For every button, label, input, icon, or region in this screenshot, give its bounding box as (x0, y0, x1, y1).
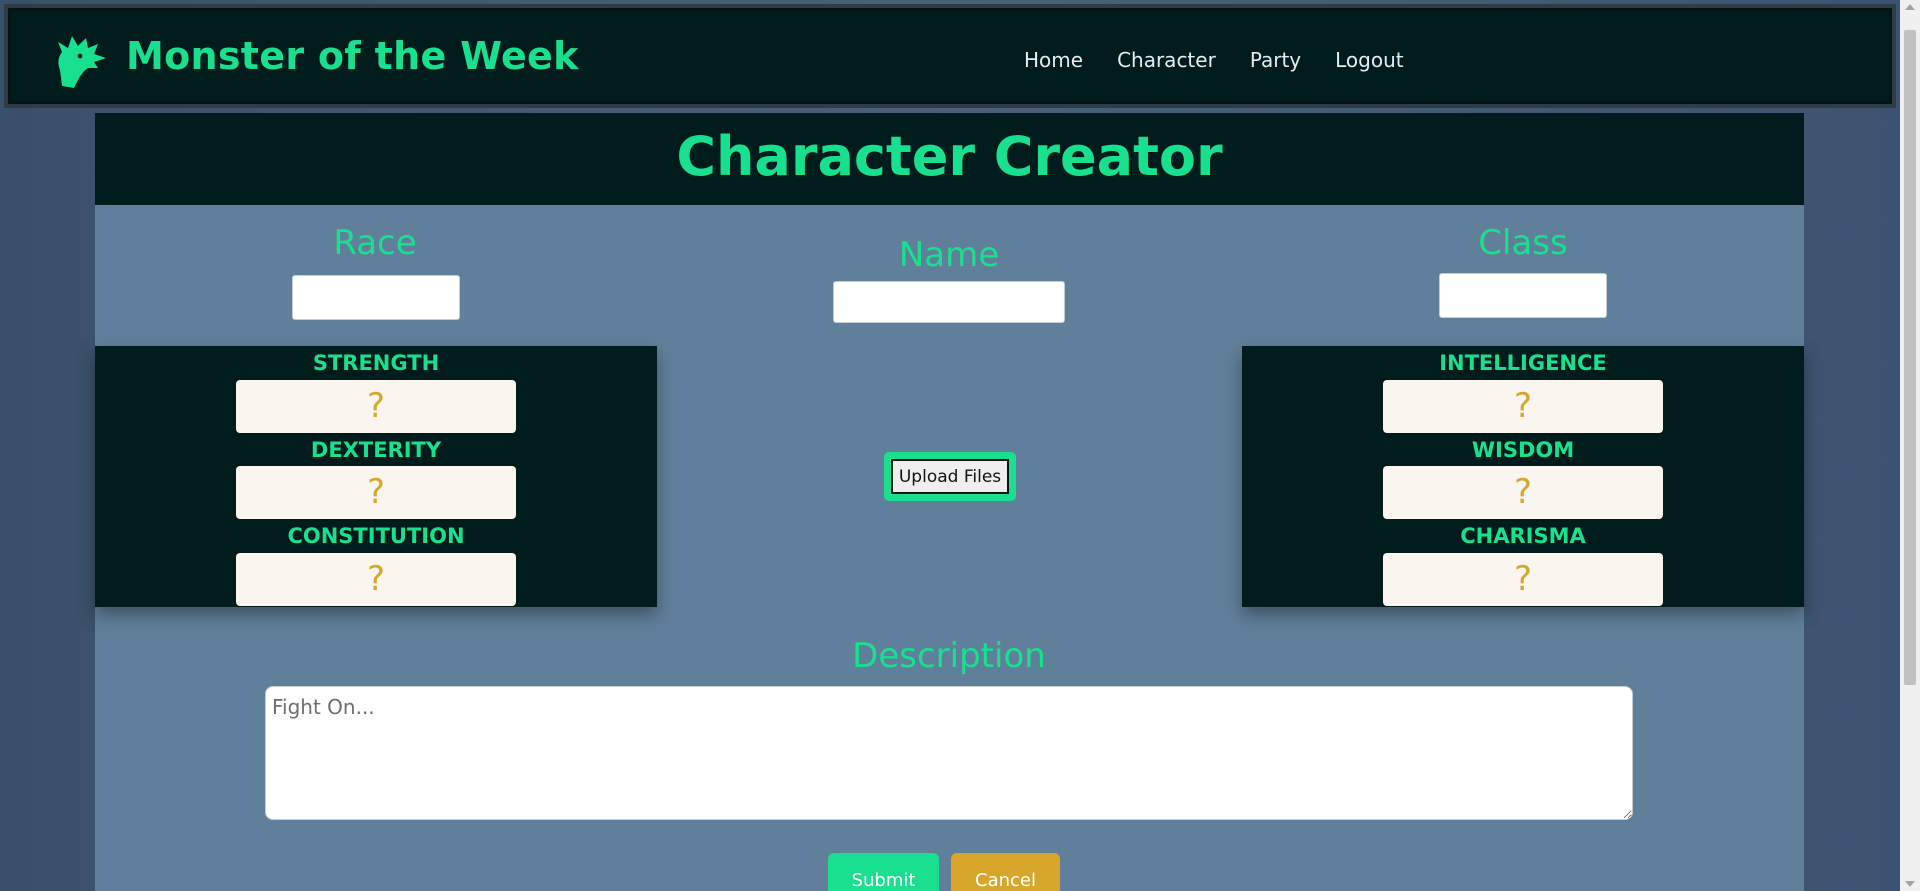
class-input[interactable] (1439, 273, 1607, 318)
race-input[interactable] (292, 275, 460, 320)
upload-files-button[interactable]: Upload Files (891, 459, 1009, 494)
dexterity-value[interactable]: ? (236, 466, 516, 519)
intelligence-value[interactable]: ? (1383, 380, 1663, 433)
scroll-up-arrow-icon[interactable] (1905, 4, 1915, 10)
submit-button[interactable]: Submit (828, 853, 939, 891)
class-label: Class (1478, 223, 1568, 263)
character-creator-panel: Character Creator Race Name Class STRENG… (95, 113, 1804, 891)
page-title: Character Creator (676, 125, 1223, 188)
intelligence-label: INTELLIGENCE (1439, 351, 1607, 375)
panel-header: Character Creator (95, 113, 1804, 205)
nav-links: Home Character Party Logout (1024, 48, 1404, 72)
dexterity-label: DEXTERITY (310, 438, 442, 462)
cancel-button[interactable]: Cancel (951, 853, 1060, 891)
nav-link-logout[interactable]: Logout (1335, 48, 1403, 72)
physical-stats-box: STRENGTH ? DEXTERITY ? CONSTITUTION ? (95, 346, 657, 607)
nav-link-character[interactable]: Character (1117, 48, 1216, 72)
brand-title[interactable]: Monster of the Week (126, 34, 579, 78)
mental-stats-box: INTELLIGENCE ? WISDOM ? CHARISMA ? (1242, 346, 1804, 607)
wisdom-value[interactable]: ? (1383, 466, 1663, 519)
charisma-value[interactable]: ? (1383, 553, 1663, 606)
dragon-head-icon[interactable] (48, 30, 110, 92)
name-label: Name (898, 235, 1000, 275)
strength-value[interactable]: ? (236, 380, 516, 433)
scroll-down-arrow-icon[interactable] (1905, 881, 1915, 887)
top-navbar: Monster of the Week Home Character Party… (4, 4, 1896, 108)
nav-link-home[interactable]: Home (1024, 48, 1083, 72)
upload-files-frame: Upload Files (884, 452, 1016, 501)
description-label: Description (852, 636, 1046, 676)
charisma-label: CHARISMA (1460, 524, 1586, 548)
constitution-label: CONSTITUTION (287, 524, 465, 548)
page-scrollbar[interactable] (1900, 0, 1920, 891)
scroll-thumb[interactable] (1904, 30, 1916, 685)
name-input[interactable] (833, 281, 1065, 323)
constitution-value[interactable]: ? (236, 553, 516, 606)
wisdom-label: WISDOM (1471, 438, 1575, 462)
strength-label: STRENGTH (312, 351, 440, 375)
description-textarea[interactable] (265, 686, 1633, 820)
nav-link-party[interactable]: Party (1250, 48, 1301, 72)
race-label: Race (333, 223, 417, 263)
